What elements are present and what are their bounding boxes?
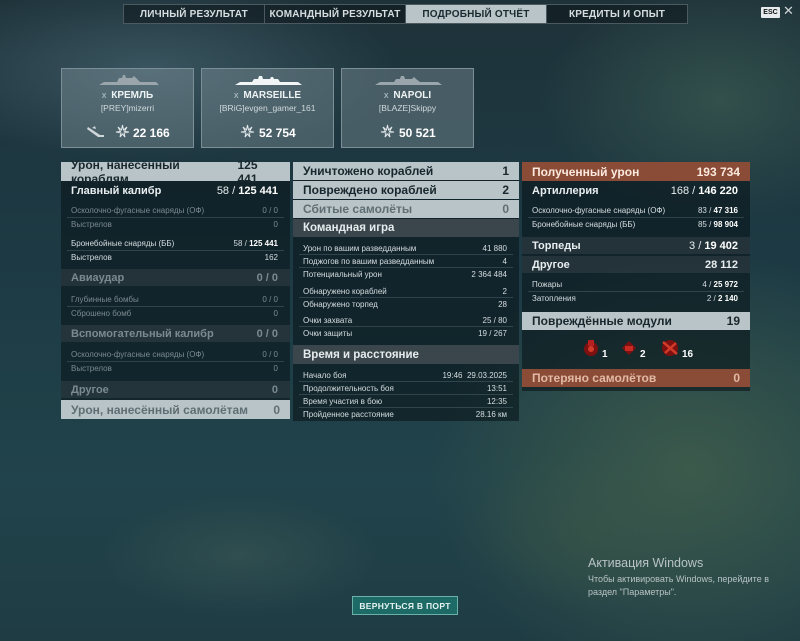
- turret-module-icon: [622, 341, 636, 355]
- ship-silhouette-icon: [375, 76, 442, 85]
- capture-points-row: Очки захвата 25 / 80: [303, 315, 507, 325]
- other-received-row: Другое 28 112: [522, 256, 750, 273]
- spotting-damage-row: Урон по вашим разведданным 41 880: [303, 243, 507, 253]
- damage-icon: [380, 124, 395, 138]
- ship-damage: 52 754: [259, 126, 296, 140]
- tab-detailed-report[interactable]: ПОДРОБНЫЙ ОТЧЁТ: [406, 5, 547, 23]
- windows-activation-watermark: Активация Windows Чтобы активировать Win…: [588, 556, 769, 597]
- planes-shot-down-row: Сбитые самолёты 0: [293, 200, 519, 218]
- ships-spotted-row: Обнаружено кораблей 2: [303, 286, 507, 296]
- ship-name: X КРЕМЛЬ: [101, 90, 154, 101]
- damaged-modules-header: Повреждённые модули 19: [522, 312, 750, 330]
- ship-card-kremlin[interactable]: X КРЕМЛЬ [PREY]mizerri 22 166: [61, 68, 194, 148]
- received-ap-row: Бронебойные снаряды (ББ) 85 / 98 904: [532, 220, 738, 229]
- secondary-he-row: Осколочно-фугасные снаряды (ОФ) 0 / 0: [71, 350, 278, 359]
- potential-damage-row: Потенциальный урон 2 364 484: [303, 269, 507, 279]
- ships-damaged-row: Повреждено кораблей 2: [293, 181, 519, 199]
- close-icon[interactable]: ✕: [783, 3, 794, 19]
- distance-traveled-row: Пройденное расстояние 28.16 км: [303, 409, 507, 419]
- damage-to-ships-header: Урон, нанесённый кораблям 125 441: [61, 158, 290, 186]
- bombs-dropped-row: Сброшено бомб 0: [71, 309, 278, 318]
- esc-key-hint: ESC: [761, 7, 780, 18]
- ship-damage: 22 166: [133, 126, 170, 140]
- planes-lost-header: Потеряно самолётов 0: [522, 369, 750, 387]
- aircraft-damage-header: Урон, нанесённый самолётам 0: [61, 400, 290, 419]
- torpedoes-row: Торпеды 3 / 19 402: [522, 237, 750, 254]
- tab-personal-result[interactable]: ЛИЧНЫЙ РЕЗУЛЬТАТ: [124, 5, 265, 23]
- player-name: [BRiG]evgen_gamer_161: [219, 103, 316, 113]
- damage-icon: [115, 124, 130, 138]
- ship-damage: 50 521: [399, 126, 436, 140]
- tab-credits-xp[interactable]: КРЕДИТЫ И ОПЫТ: [547, 5, 687, 23]
- airstrike-row: Авиаудар 0 / 0: [61, 269, 290, 286]
- ships-destroyed-row: Уничтожено кораблей 1: [293, 162, 519, 180]
- other-damage-row: Другое 0: [61, 381, 290, 398]
- main-ap-row: Бронебойные снаряды (ББ) 58 / 125 441: [71, 239, 278, 248]
- received-he-row: Осколочно-фугасные снаряды (ОФ) 83 / 47 3…: [532, 206, 738, 215]
- main-he-shots-row: Выстрелов 0: [71, 220, 278, 229]
- player-name: [PREY]mizerri: [100, 103, 155, 113]
- engine-module-icon: [584, 340, 598, 356]
- defense-points-row: Очки защиты 19 / 267: [303, 328, 507, 338]
- main-he-row: Осколочно-фугасные снаряды (ОФ) 0 / 0: [71, 206, 278, 215]
- team-play-header: Командная игра: [293, 219, 519, 237]
- damage-received-header: Полученный урон 193 734: [522, 162, 750, 181]
- flooding-row: Затопления 2 / 2 140: [532, 294, 738, 303]
- return-to-port-button[interactable]: ВЕРНУТЬСЯ В ПОРТ: [352, 596, 458, 615]
- time-distance-header: Время и расстояние: [293, 345, 519, 364]
- sunk-ship-icon: [87, 126, 104, 137]
- tab-bar: ЛИЧНЫЙ РЕЗУЛЬТАТ КОМАНДНЫЙ РЕЗУЛЬТАТ ПОД…: [123, 4, 688, 24]
- secondary-guns-module-icon: [662, 340, 678, 356]
- ship-name: X NAPOLI: [383, 90, 432, 101]
- player-name: [BLAZE]Skippy: [378, 103, 437, 113]
- ship-silhouette-icon: [99, 75, 159, 85]
- secondary-shots-row: Выстрелов 0: [71, 364, 278, 373]
- tab-team-result[interactable]: КОМАНДНЫЙ РЕЗУЛЬТАТ: [265, 5, 406, 23]
- damage-icon: [240, 124, 255, 138]
- torpedoes-spotted-row: Обнаружено торпед 28: [303, 299, 507, 309]
- depth-charges-row: Глубинные бомбы 0 / 0: [71, 295, 278, 304]
- ship-card-napoli[interactable]: X NAPOLI [BLAZE]Skippy 50 521: [341, 68, 474, 148]
- damage-dealt-panel: Урон, нанесённый кораблям 125 441 Главный…: [61, 158, 290, 419]
- module-icon-engine: 1: [582, 338, 608, 363]
- ship-silhouette-icon: [235, 76, 302, 85]
- battle-duration-row: Продолжительность боя 13:51: [303, 383, 507, 393]
- participation-time-row: Время участия в бою 12:35: [303, 396, 507, 406]
- ship-card-marseille[interactable]: X MARSEILLE [BRiG]evgen_gamer_161 52 754: [201, 68, 334, 148]
- fires-row: Пожары 4 / 25 972: [532, 280, 738, 289]
- artillery-row: Артиллерия 168 / 146 220: [532, 184, 738, 197]
- main-caliber-row: Главный калибр 58 / 125 441: [71, 184, 278, 197]
- spotting-fires-row: Поджогов по вашим разведданным 4: [303, 256, 507, 266]
- battle-start-row: Начало боя 19:46 29.03.2025: [303, 370, 507, 380]
- team-play-panel: Уничтожено кораблей 1 Повреждено кораблей…: [293, 162, 519, 421]
- module-icon-guns: 16: [659, 338, 693, 363]
- main-ap-shots-row: Выстрелов 162: [71, 253, 278, 262]
- module-icon-turret: 2: [620, 338, 646, 363]
- secondary-caliber-row: Вспомогательный калибр 0 / 0: [61, 325, 290, 342]
- ship-name: X MARSEILLE: [233, 90, 302, 101]
